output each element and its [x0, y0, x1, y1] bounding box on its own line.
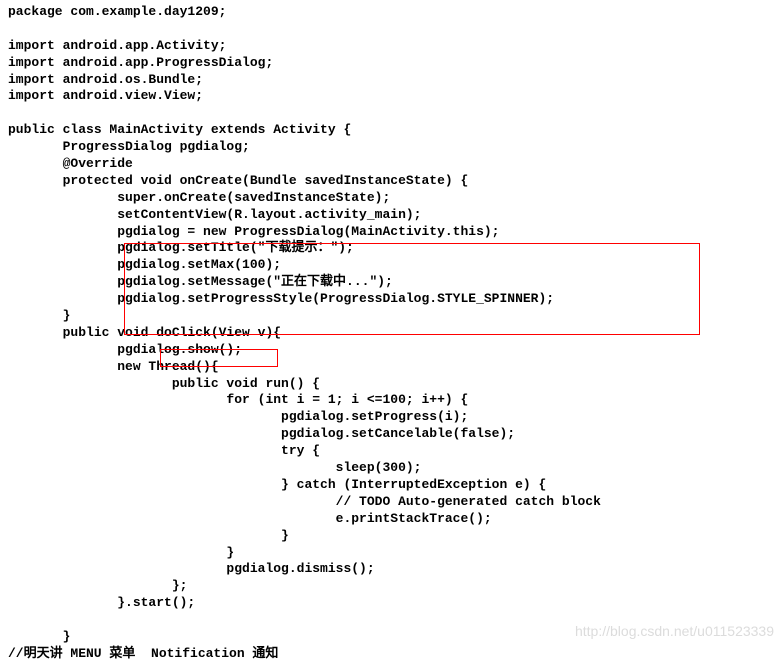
code-line: // TODO Auto-generated catch block [8, 494, 601, 509]
code-line: pgdialog.dismiss(); [8, 561, 375, 576]
code-line: import android.app.Activity; [8, 38, 226, 53]
code-line: } catch (InterruptedException e) { [8, 477, 546, 492]
code-block: package com.example.day1209; import andr… [8, 4, 774, 663]
code-line: public void doClick(View v){ [8, 325, 281, 340]
code-line: } [8, 545, 234, 560]
code-line: public class MainActivity extends Activi… [8, 122, 351, 137]
code-line: } [8, 528, 289, 543]
code-line: pgdialog.setMax(100); [8, 257, 281, 272]
code-line: e.printStackTrace(); [8, 511, 492, 526]
code-line: for (int i = 1; i <=100; i++) { [8, 392, 468, 407]
code-line: //明天讲 MENU 菜单 Notification 通知 [8, 646, 278, 661]
code-line: setContentView(R.layout.activity_main); [8, 207, 421, 222]
code-line: ProgressDialog pgdialog; [8, 139, 250, 154]
code-line: try { [8, 443, 320, 458]
code-line: pgdialog.setCancelable(false); [8, 426, 515, 441]
code-line: pgdialog.show(); [8, 342, 242, 357]
code-line: package com.example.day1209; [8, 4, 226, 19]
code-pre: package com.example.day1209; import andr… [8, 4, 774, 663]
code-line: } [8, 629, 70, 644]
code-line: super.onCreate(savedInstanceState); [8, 190, 390, 205]
code-line: } [8, 308, 70, 323]
code-line: }.start(); [8, 595, 195, 610]
code-line: pgdialog.setMessage("正在下载中..."); [8, 274, 393, 289]
code-line: sleep(300); [8, 460, 421, 475]
watermark-text: http://blog.csdn.net/u011523339 [575, 622, 774, 640]
code-line: pgdialog.setProgressStyle(ProgressDialog… [8, 291, 554, 306]
code-line: pgdialog.setProgress(i); [8, 409, 468, 424]
code-line: public void run() { [8, 376, 320, 391]
code-line: import android.os.Bundle; [8, 72, 203, 87]
code-line: new Thread(){ [8, 359, 219, 374]
code-line: @Override [8, 156, 133, 171]
code-line: }; [8, 578, 187, 593]
code-line: protected void onCreate(Bundle savedInst… [8, 173, 468, 188]
code-line: pgdialog.setTitle("下载提示："); [8, 240, 354, 255]
code-line: pgdialog = new ProgressDialog(MainActivi… [8, 224, 499, 239]
code-line: import android.app.ProgressDialog; [8, 55, 273, 70]
code-line: import android.view.View; [8, 88, 203, 103]
